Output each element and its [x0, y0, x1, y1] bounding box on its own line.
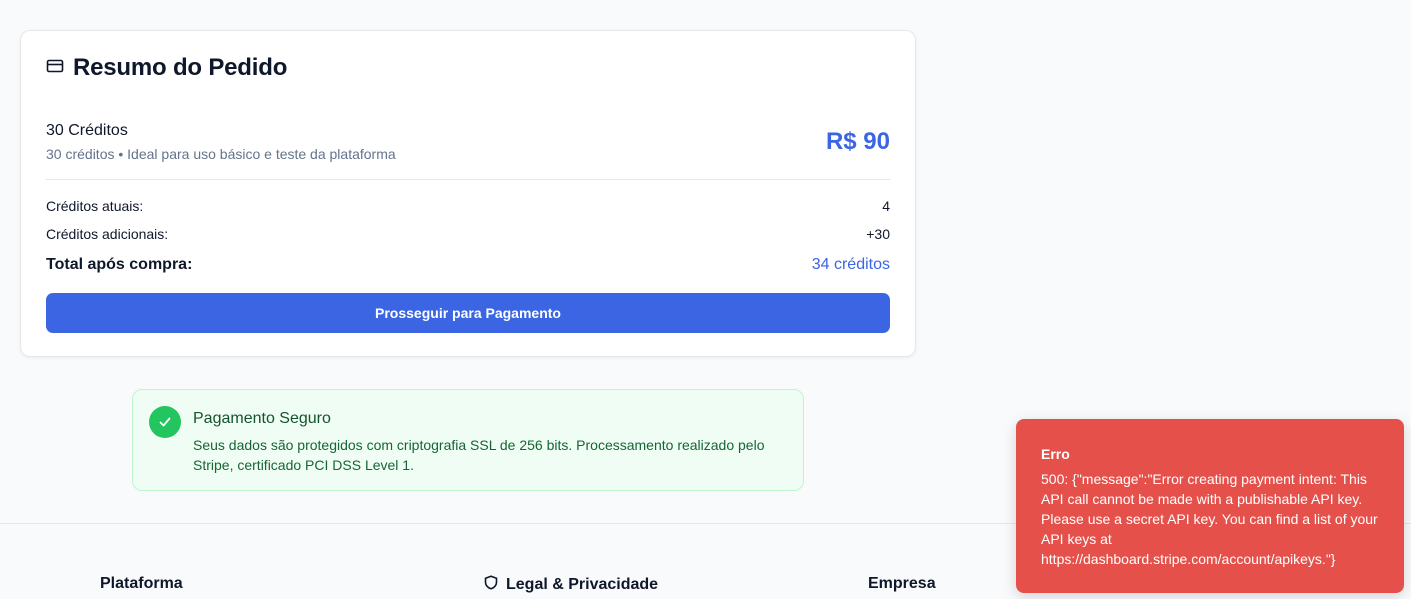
- secure-payment-title: Pagamento Seguro: [193, 410, 331, 427]
- footer-heading-platform: Plataforma: [100, 575, 183, 593]
- additional-credits-value: +30: [866, 226, 890, 242]
- footer-heading-legal: Legal & Privacidade: [484, 575, 658, 595]
- divider: [46, 179, 890, 180]
- secure-payment-text: Seus dados são protegidos com criptograf…: [193, 437, 765, 473]
- secure-payment-notice: Pagamento Seguro Seus dados são protegid…: [132, 389, 804, 491]
- additional-credits-label: Créditos adicionais:: [46, 226, 169, 242]
- toast-message: 500: {"message":"Error creating payment …: [1041, 471, 1378, 567]
- page-title: Resumo do Pedido: [73, 54, 288, 81]
- total-row: Total após compra: 34 créditos: [46, 256, 890, 274]
- card-header: Resumo do Pedido: [46, 54, 287, 82]
- footer-heading-company: Empresa: [868, 575, 936, 593]
- item-name: 30 Créditos: [46, 122, 128, 139]
- check-icon: [149, 406, 181, 438]
- proceed-to-payment-button[interactable]: Prosseguir para Pagamento: [46, 293, 890, 333]
- checkout-page: Resumo do Pedido 30 Créditos 30 créditos…: [0, 0, 1411, 599]
- credit-card-icon: [46, 57, 64, 80]
- footer-heading-label: Legal & Privacidade: [506, 576, 659, 593]
- footer-heading-label: Empresa: [868, 575, 936, 592]
- total-value: 34 créditos: [811, 256, 890, 273]
- order-item: 30 Créditos 30 créditos • Ideal para uso…: [46, 122, 890, 162]
- item-price: R$ 90: [825, 128, 890, 155]
- item-description: 30 créditos • Ideal para uso básico e te…: [46, 146, 396, 162]
- current-credits-row: Créditos atuais: 4: [46, 198, 890, 214]
- shield-icon: [484, 575, 498, 595]
- additional-credits-row: Créditos adicionais: +30: [46, 226, 890, 242]
- current-credits-value: 4: [882, 198, 890, 214]
- error-toast[interactable]: Erro 500: {"message":"Error creating pay…: [1016, 419, 1404, 593]
- order-summary-card: Resumo do Pedido 30 Créditos 30 créditos…: [20, 30, 916, 357]
- current-credits-label: Créditos atuais:: [46, 198, 144, 214]
- total-label: Total após compra:: [46, 256, 193, 273]
- toast-title: Erro: [1041, 446, 1070, 462]
- footer-heading-label: Plataforma: [100, 575, 183, 592]
